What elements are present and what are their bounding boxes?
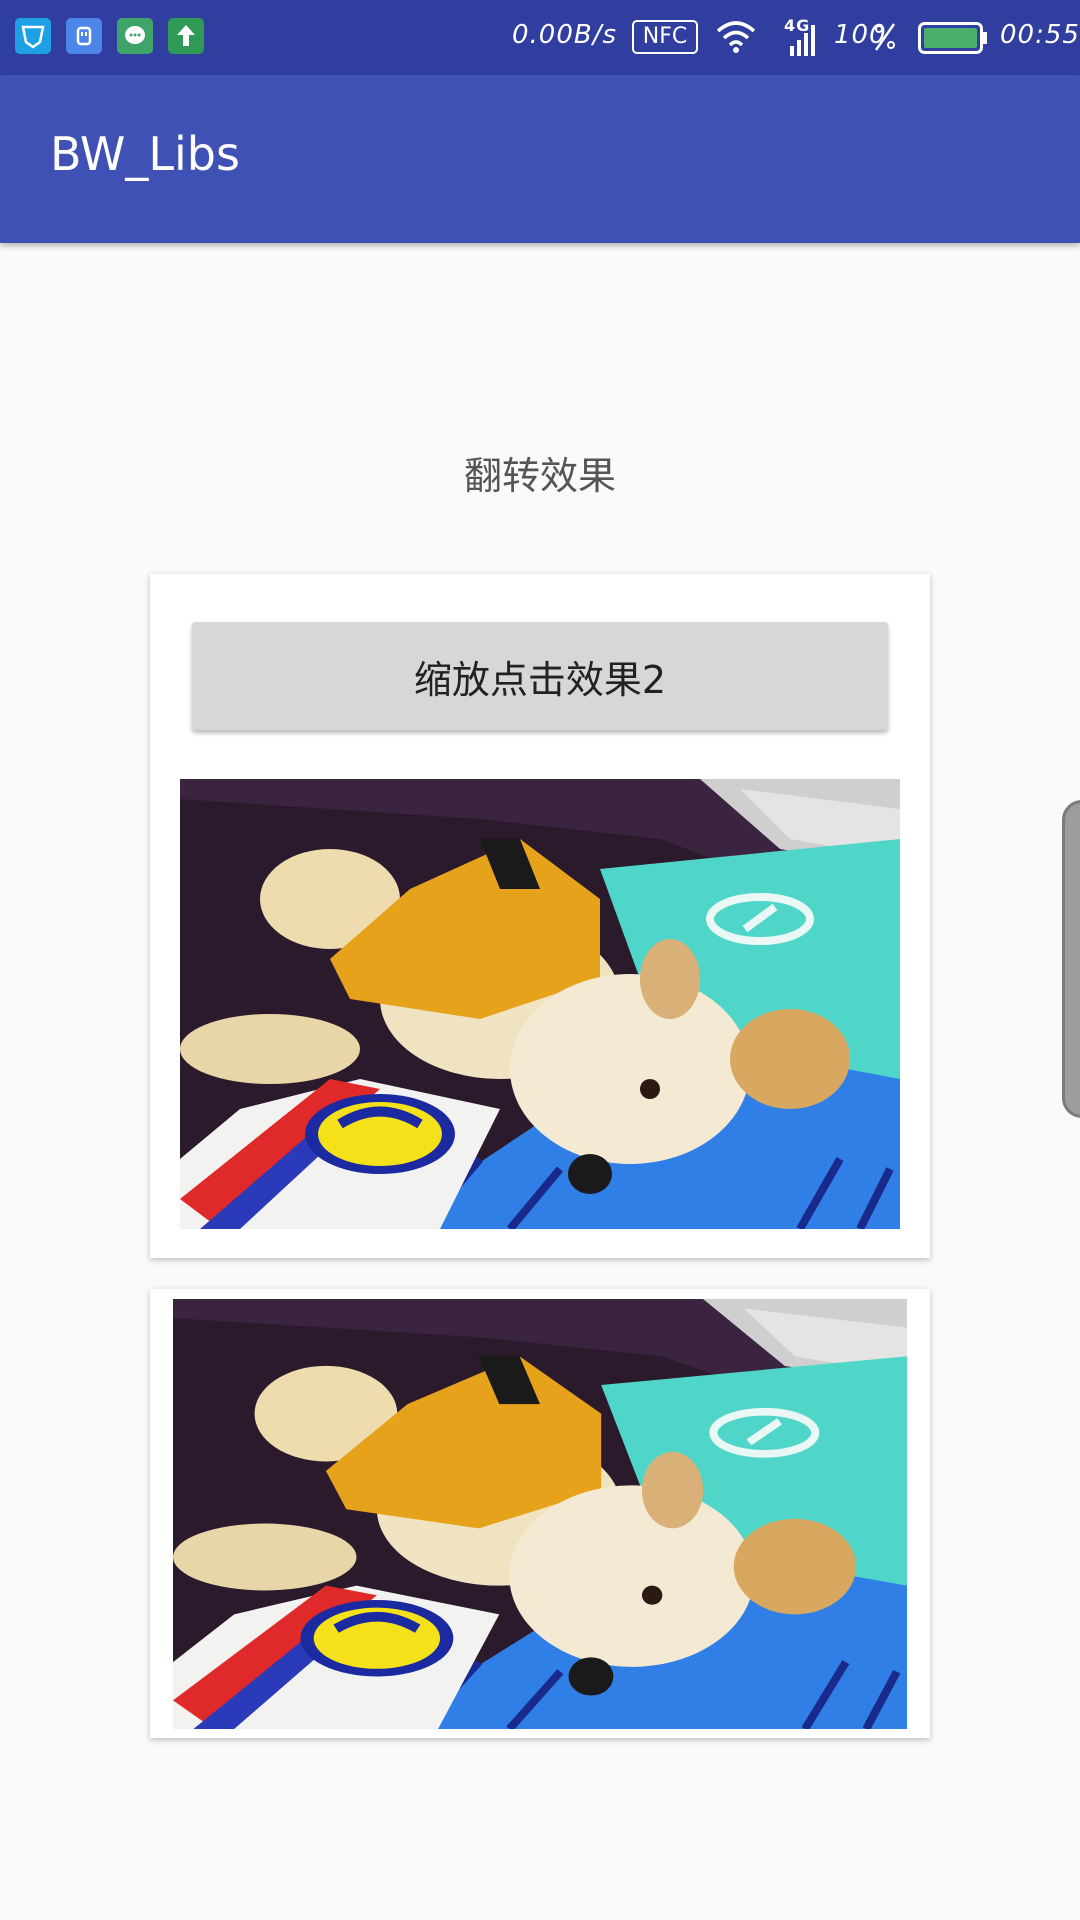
net-speed: 0.00B/s [512, 20, 618, 50]
dog-photo[interactable] [173, 1299, 907, 1729]
status-bar: 0.00B/s NFC 4G 100 00:55 [0, 0, 1080, 75]
app-title: BW_Libs [50, 127, 240, 181]
wifi-icon [716, 19, 756, 53]
signal-icon [786, 20, 820, 56]
flip-effect-label[interactable]: 翻转效果 [0, 445, 1080, 500]
edge-panel-handle[interactable] [1062, 800, 1080, 1118]
battery-icon [918, 22, 987, 54]
nfc-indicator: NFC [632, 20, 698, 54]
scale-click-effect-button[interactable]: 缩放点击效果2 [192, 622, 888, 730]
battery-percent-glyph [874, 23, 896, 51]
flip-image-card [150, 1289, 930, 1738]
shield-app-icon [15, 18, 51, 54]
dog-photo[interactable] [180, 779, 900, 1229]
scale-effect-card: 缩放点击效果2 [150, 574, 930, 1258]
message-bubble-icon [117, 18, 153, 54]
app-bar: BW_Libs [0, 75, 1080, 243]
clock: 00:55 [1000, 20, 1080, 50]
usb-icon [66, 18, 102, 54]
upload-arrow-icon [168, 18, 204, 54]
